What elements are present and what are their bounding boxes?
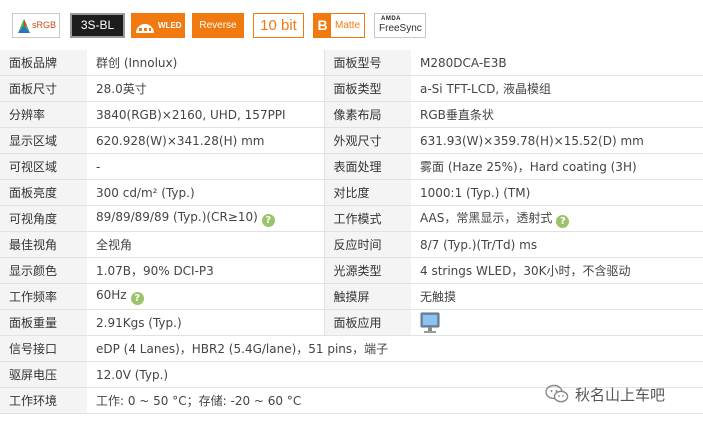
table-row: 可视角度 89/89/89/89 (Typ.)(CR≥10)? 工作模式 AAS… xyxy=(0,205,703,232)
spec-label: 面板应用 xyxy=(323,309,411,336)
help-icon[interactable]: ? xyxy=(261,214,275,227)
spec-value: 全视角 xyxy=(87,231,324,258)
spec-label: 光源类型 xyxy=(323,257,411,284)
table-row: 可视区域 - 表面处理 雾面 (Haze 25%)，Hard coating (… xyxy=(0,153,703,180)
spec-label: 外观尺寸 xyxy=(323,127,411,154)
table-row: 最佳视角 全视角 反应时间 8/7 (Typ.)(Tr/Td) ms xyxy=(0,231,703,258)
spec-value: 1000:1 (Typ.) (TM) xyxy=(411,179,703,206)
spec-value: 4 strings WLED，30K小时，不含驱动 xyxy=(411,257,703,284)
spec-value: 群创 (Innolux) xyxy=(87,50,324,76)
spec-label: 面板类型 xyxy=(323,75,411,102)
feature-badges: sRGB 3S-BL WLED Reverse 10 bit B Matte A… xyxy=(0,0,703,50)
spec-label: 工作模式 xyxy=(323,205,411,232)
spec-label: 可视区域 xyxy=(0,153,87,180)
spec-label: 工作频率 xyxy=(0,283,87,310)
srgb-label: sRGB xyxy=(32,20,57,30)
spec-value: 雾面 (Haze 25%)，Hard coating (3H) xyxy=(411,153,703,180)
spec-label: 最佳视角 xyxy=(0,231,87,258)
bulb-icon xyxy=(136,24,154,33)
wled-label: WLED xyxy=(158,21,182,30)
spec-value: 2.91Kgs (Typ.) xyxy=(87,309,324,336)
amd-logo: AMDA xyxy=(381,16,401,22)
table-row: 面板重量 2.91Kgs (Typ.) 面板应用 xyxy=(0,309,703,336)
table-row: 分辨率 3840(RGB)×2160, UHD, 157PPI 像素布局 RGB… xyxy=(0,101,703,128)
spec-label: 显示区域 xyxy=(0,127,87,154)
matte-mark: B xyxy=(314,14,331,37)
spec-label: 显示颜色 xyxy=(0,257,87,284)
table-row: 工作频率 60Hz? 触摸屏 无触摸 xyxy=(0,283,703,310)
spec-value: 620.928(W)×341.28(H) mm xyxy=(87,127,324,154)
color-gamut-icon xyxy=(18,19,30,33)
spec-label: 工作环境 xyxy=(0,387,87,414)
matte-label: Matte xyxy=(335,20,361,31)
table-row: 面板亮度 300 cd/m² (Typ.) 对比度 1000:1 (Typ.) … xyxy=(0,179,703,206)
spec-label: 分辨率 xyxy=(0,101,87,128)
help-icon[interactable]: ? xyxy=(556,215,570,228)
panel-application-cell xyxy=(411,309,703,336)
wechat-icon xyxy=(545,384,569,403)
spec-label: 驱屏电压 xyxy=(0,361,87,388)
spec-label: 可视角度 xyxy=(0,205,87,232)
spec-label: 像素布局 xyxy=(323,101,411,128)
freesync-badge: AMDA FreeSync xyxy=(374,13,426,38)
spec-table: 面板品牌 群创 (Innolux) 面板型号 M280DCA-E3B 面板尺寸 … xyxy=(0,50,703,414)
spec-value: 28.0英寸 xyxy=(87,75,324,102)
spec-value: 300 cd/m² (Typ.) xyxy=(87,179,324,206)
spec-value: 8/7 (Typ.)(Tr/Td) ms xyxy=(411,231,703,258)
spec-value: a-Si TFT-LCD, 液晶模组 xyxy=(411,75,703,102)
spec-label: 面板亮度 xyxy=(0,179,87,206)
table-row: 面板尺寸 28.0英寸 面板类型 a-Si TFT-LCD, 液晶模组 xyxy=(0,75,703,102)
table-row: 信号接口 eDP (4 Lanes)，HBR2 (5.4G/lane)，51 p… xyxy=(0,335,703,362)
spec-value: 1.07B，90% DCI-P3 xyxy=(87,257,324,284)
spec-label: 表面处理 xyxy=(323,153,411,180)
spec-label: 反应时间 xyxy=(323,231,411,258)
srgb-badge: sRGB xyxy=(12,13,60,38)
table-row: 显示颜色 1.07B，90% DCI-P3 光源类型 4 strings WLE… xyxy=(0,257,703,284)
spec-label: 面板型号 xyxy=(323,50,411,76)
spec-value-with-help: 60Hz? xyxy=(87,283,324,310)
spec-label: 面板尺寸 xyxy=(0,75,87,102)
matte-badge: B Matte xyxy=(313,13,365,38)
help-icon[interactable]: ? xyxy=(130,292,144,305)
spec-value: RGB垂直条状 xyxy=(411,101,703,128)
backlight-badge: 3S-BL xyxy=(70,13,125,38)
spec-value: 无触摸 xyxy=(411,283,703,310)
spec-label: 面板品牌 xyxy=(0,50,87,76)
spec-label: 对比度 xyxy=(323,179,411,206)
spec-label: 信号接口 xyxy=(0,335,87,362)
spec-value-with-help: 89/89/89/89 (Typ.)(CR≥10)? xyxy=(87,205,324,232)
spec-value: 89/89/89/89 (Typ.)(CR≥10) xyxy=(96,210,258,224)
bit-depth-badge: 10 bit xyxy=(253,13,304,38)
spec-value: - xyxy=(87,153,324,180)
spec-value: 3840(RGB)×2160, UHD, 157PPI xyxy=(87,101,324,128)
spec-value: eDP (4 Lanes)，HBR2 (5.4G/lane)，51 pins，端… xyxy=(87,335,703,362)
wled-badge: WLED xyxy=(131,13,185,38)
table-row: 显示区域 620.928(W)×341.28(H) mm 外观尺寸 631.93… xyxy=(0,127,703,154)
watermark-text: 秋名山上车吧 xyxy=(575,385,666,404)
spec-value: 60Hz xyxy=(96,288,127,302)
spec-value-with-help: AAS，常黑显示，透射式? xyxy=(411,205,703,232)
freesync-label: FreeSync xyxy=(379,23,422,34)
watermark: 秋名山上车吧 xyxy=(545,383,665,405)
reverse-badge: Reverse xyxy=(192,13,244,38)
monitor-icon xyxy=(420,312,440,334)
spec-value: M280DCA-E3B xyxy=(411,50,703,76)
table-row: 面板品牌 群创 (Innolux) 面板型号 M280DCA-E3B xyxy=(0,50,703,76)
spec-label: 触摸屏 xyxy=(323,283,411,310)
spec-value: 631.93(W)×359.78(H)×15.52(D) mm xyxy=(411,127,703,154)
spec-label: 面板重量 xyxy=(0,309,87,336)
spec-value: AAS，常黑显示，透射式 xyxy=(420,211,553,225)
